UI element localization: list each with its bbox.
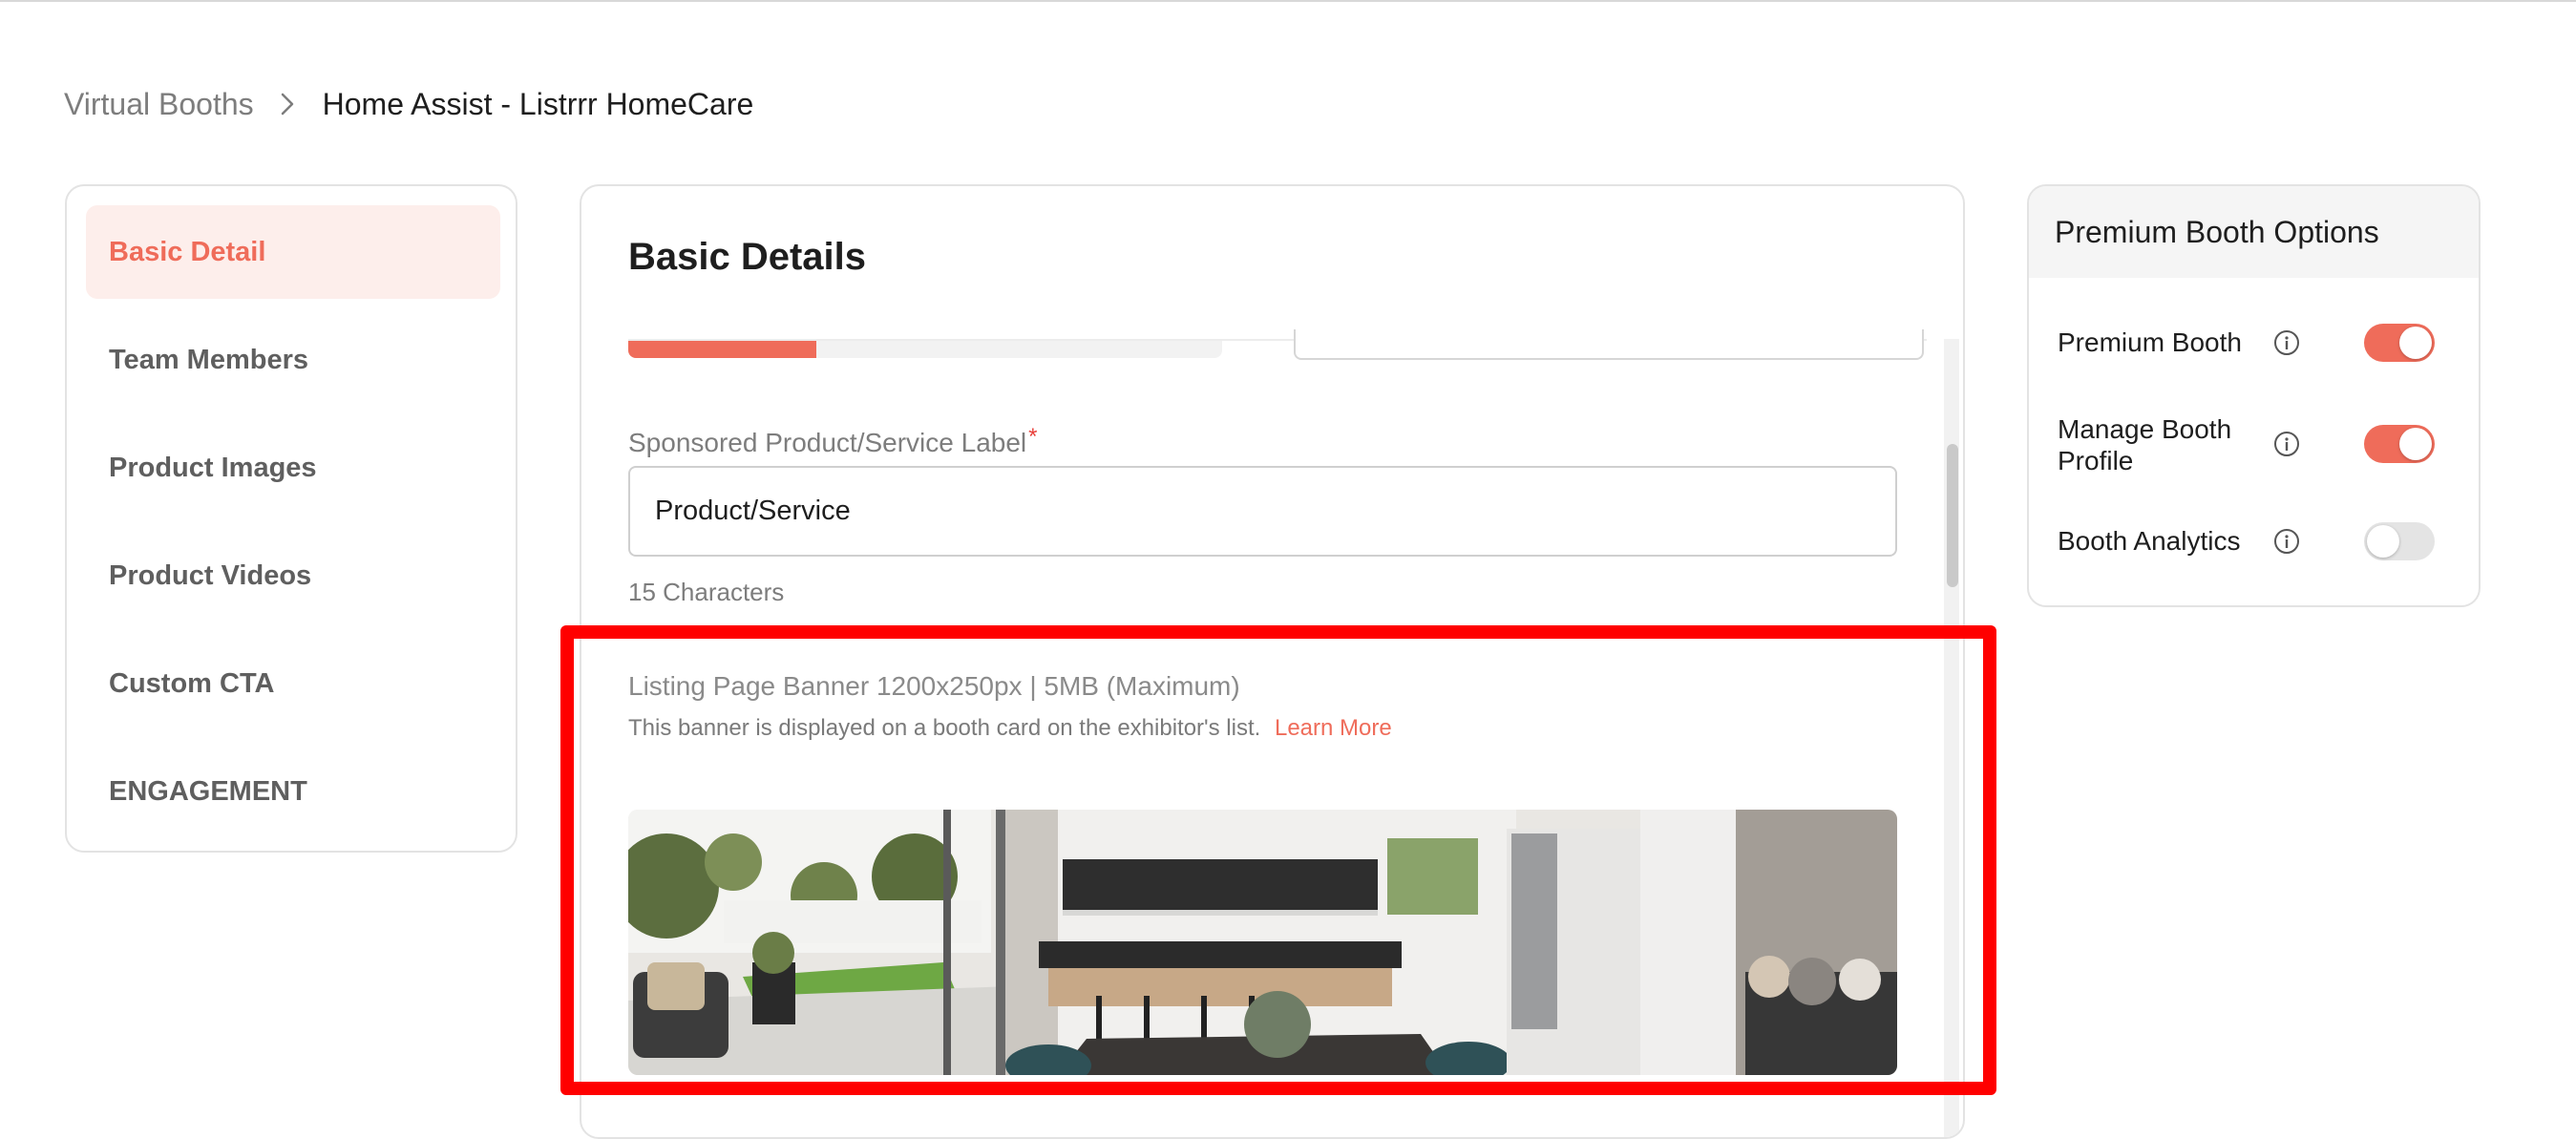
nav-item-product-videos[interactable]: Product Videos [86, 529, 500, 622]
learn-more-link[interactable]: Learn More [1275, 715, 1392, 741]
info-circle-icon[interactable] [2272, 430, 2301, 458]
breadcrumb-root-link[interactable]: Virtual Booths [64, 87, 254, 122]
toggle-knob [2367, 525, 2399, 558]
nav-item-basic-detail[interactable]: Basic Detail [86, 205, 500, 299]
manage-booth-profile-label: Manage Booth Profile [2058, 414, 2232, 475]
required-marker: * [1028, 424, 1038, 450]
partial-input-field[interactable] [1294, 329, 1924, 360]
premium-booth-label: Premium Booth [2058, 327, 2242, 357]
nav-item-product-images[interactable]: Product Images [86, 421, 500, 515]
kitchen-interior-image [628, 810, 1897, 1075]
top-divider [0, 0, 2576, 2]
booth-analytics-toggle[interactable] [2364, 522, 2435, 560]
progress-fill [628, 341, 816, 358]
premium-options-title: Premium Booth Options [2055, 215, 2379, 249]
toggle-knob [2399, 428, 2432, 460]
section-nav: Basic Detail Team Members Product Images… [65, 184, 517, 853]
chevron-right-icon [281, 93, 294, 116]
info-circle-icon[interactable] [2272, 328, 2301, 357]
banner-description: This banner is displayed on a booth card… [628, 715, 1392, 742]
nav-item-custom-cta[interactable]: Custom CTA [86, 637, 500, 730]
booth-analytics-label: Booth Analytics [2058, 526, 2241, 556]
page-title: Basic Details [628, 236, 867, 278]
banner-title: Listing Page Banner 1200x250px | 5MB (Ma… [628, 671, 1240, 701]
sponsored-label-field-label: Sponsored Product/Service Label* [628, 424, 1038, 458]
breadcrumb-current: Home Assist - Listrrr HomeCare [322, 86, 754, 121]
character-count: 15 Characters [628, 578, 785, 606]
banner-image[interactable] [628, 810, 1897, 1075]
premium-options-panel: Premium Booth Options Premium Booth Mana… [2027, 184, 2481, 607]
toggle-knob [2399, 327, 2432, 359]
breadcrumb: Virtual Booths Home Assist - Listrrr Hom… [64, 82, 753, 126]
info-circle-icon[interactable] [2272, 527, 2301, 556]
sponsored-label-text: Sponsored Product/Service Label [628, 428, 1027, 457]
manage-booth-profile-toggle[interactable] [2364, 425, 2435, 463]
premium-booth-toggle[interactable] [2364, 324, 2435, 362]
sponsored-label-input[interactable] [628, 466, 1897, 557]
banner-description-text: This banner is displayed on a booth card… [628, 715, 1261, 741]
nav-item-team-members[interactable]: Team Members [86, 313, 500, 407]
basic-details-card: Basic Details Sponsored Product/Service … [580, 184, 1965, 1139]
scrollbar-thumb[interactable] [1947, 444, 1958, 587]
nav-item-engagement[interactable]: ENGAGEMENT [86, 745, 500, 838]
